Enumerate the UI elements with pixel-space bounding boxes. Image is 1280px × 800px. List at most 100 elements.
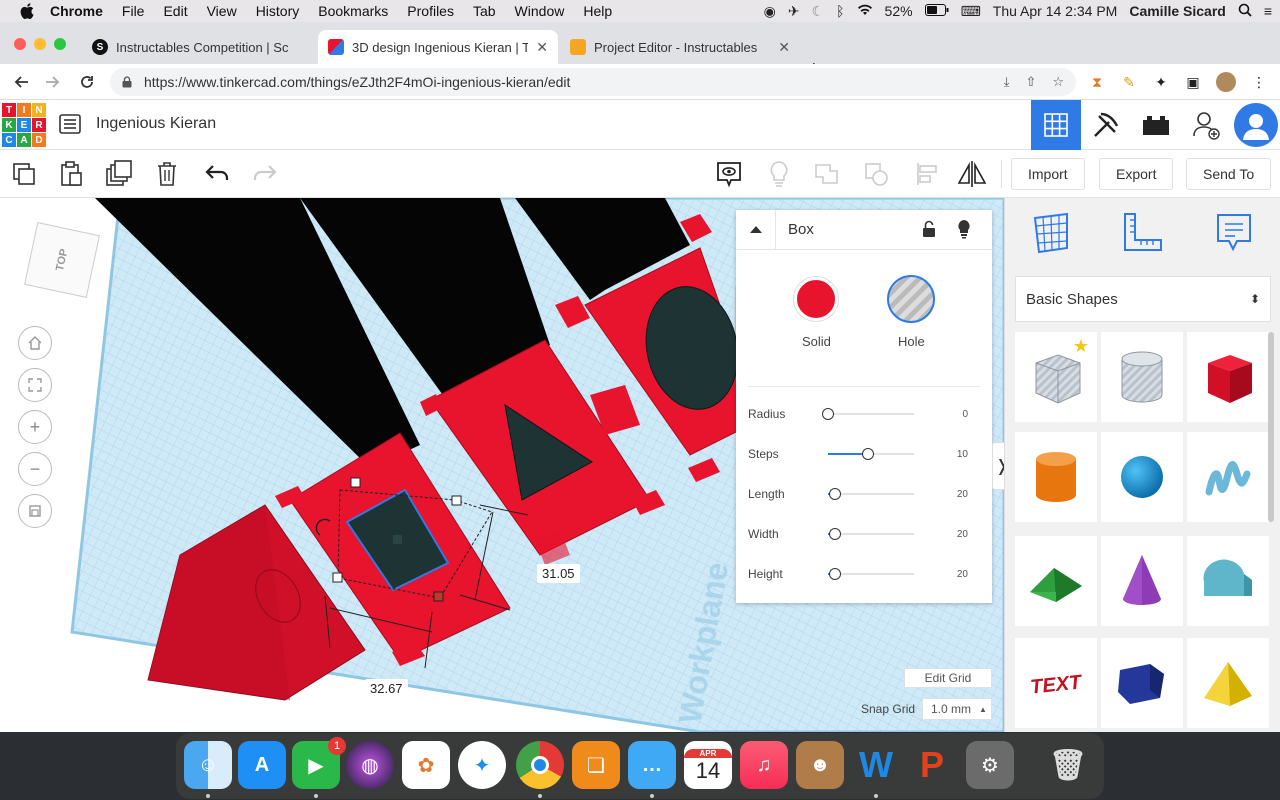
length-value[interactable]: 20 — [957, 489, 968, 500]
duplicate-icon[interactable] — [104, 159, 134, 189]
moon-icon[interactable]: ☾ — [812, 3, 825, 20]
length-slider[interactable] — [828, 488, 914, 500]
steps-slider-knob[interactable] — [862, 448, 875, 460]
close-tab-icon[interactable]: ✕ — [536, 39, 548, 56]
extension-hourglass-icon[interactable]: ⧗ — [1088, 73, 1106, 91]
radius-value[interactable]: 0 — [962, 409, 968, 420]
resize-handle-active[interactable] — [433, 591, 444, 602]
height-slider-row[interactable]: Height 20 — [748, 564, 978, 584]
battery-icon[interactable] — [924, 3, 949, 19]
shape-cylinder-hole[interactable] — [1101, 332, 1183, 422]
radius-slider-knob[interactable] — [822, 408, 834, 420]
solid-color-swatch[interactable] — [794, 277, 838, 321]
edit-grid-button[interactable]: Edit Grid — [904, 668, 992, 688]
resize-handle[interactable] — [332, 572, 343, 583]
undo-icon[interactable] — [202, 159, 232, 189]
word-icon[interactable]: W — [852, 741, 900, 789]
share-icon[interactable]: ⇧ — [1025, 74, 1036, 90]
hole-swatch[interactable] — [887, 275, 935, 323]
blocks-pickaxe-icon[interactable] — [1081, 100, 1131, 150]
ungroup-icon[interactable] — [862, 159, 892, 189]
spotlight-search-icon[interactable] — [1238, 3, 1252, 20]
menu-edit[interactable]: Edit — [163, 3, 187, 19]
clock-text[interactable]: Thu Apr 14 2:34 PM — [993, 3, 1118, 19]
width-slider[interactable] — [828, 528, 914, 540]
bookmark-star-icon[interactable]: ☆ — [1052, 74, 1064, 90]
browser-tab-instructables-competition[interactable]: S Instructables Competition | Sc — [82, 30, 314, 64]
align-icon[interactable] — [912, 159, 942, 189]
ruler-icon[interactable] — [1117, 208, 1167, 258]
address-bar[interactable]: https://www.tinkercad.com/things/eZJth2F… — [110, 68, 1076, 96]
width-value[interactable]: 20 — [957, 529, 968, 540]
dimension-width-label[interactable]: 32.67 — [365, 679, 408, 698]
design-list-icon[interactable] — [58, 112, 82, 136]
width-slider-knob[interactable] — [828, 528, 841, 540]
workplane-tool-icon[interactable] — [1027, 208, 1077, 258]
close-tab-icon[interactable]: ✕ — [778, 39, 790, 56]
lock-icon[interactable] — [922, 220, 936, 241]
menu-app-name[interactable]: Chrome — [50, 3, 103, 19]
radius-slider[interactable] — [822, 408, 914, 420]
width-slider-row[interactable]: Width 20 — [748, 524, 978, 544]
group-icon[interactable] — [812, 159, 842, 189]
send-to-button[interactable]: Send To — [1186, 158, 1272, 190]
delete-trash-icon[interactable] — [152, 159, 182, 189]
apple-icon[interactable] — [18, 2, 36, 20]
lightbulb-icon[interactable] — [764, 159, 794, 189]
extension-pencil-icon[interactable]: ✎ — [1120, 73, 1138, 91]
books-icon[interactable]: ❏ — [572, 741, 620, 789]
radius-slider-row[interactable]: Radius 0 — [748, 404, 978, 424]
menu-file[interactable]: File — [122, 3, 145, 19]
menu-view[interactable]: View — [207, 3, 237, 19]
length-slider-row[interactable]: Length 20 — [748, 484, 978, 504]
copy-icon[interactable] — [9, 159, 39, 189]
project-title[interactable]: Ingenious Kieran — [96, 115, 216, 133]
window-close-button[interactable] — [14, 38, 26, 50]
app-store-icon[interactable]: A — [238, 741, 286, 789]
menu-bookmarks[interactable]: Bookmarks — [318, 3, 388, 19]
chrome-menu-icon[interactable]: ⋮ — [1250, 73, 1268, 91]
trash-icon[interactable]: 🗑 — [1044, 741, 1092, 789]
system-preferences-icon[interactable]: ⚙ — [966, 741, 1014, 789]
profile-avatar-icon[interactable] — [1216, 72, 1236, 92]
view-cube[interactable]: TOP — [24, 222, 100, 298]
menu-tab[interactable]: Tab — [473, 3, 496, 19]
control-center-icon[interactable]: ≡ — [1264, 3, 1272, 19]
resize-handle[interactable] — [451, 495, 462, 506]
shape-scribble[interactable] — [1187, 432, 1269, 522]
shape-round-roof[interactable] — [1187, 536, 1269, 626]
shape-box[interactable] — [1187, 332, 1269, 422]
user-avatar[interactable] — [1234, 103, 1278, 147]
steps-value[interactable]: 10 — [957, 449, 968, 460]
status-app-icon[interactable]: ◉ — [764, 3, 776, 20]
home-view-button[interactable] — [18, 326, 52, 360]
redo-icon[interactable] — [250, 159, 280, 189]
finder-icon[interactable]: ☺ — [184, 741, 232, 789]
calendar-icon[interactable]: APR 14 — [684, 741, 732, 789]
collapse-inspector-icon[interactable] — [736, 209, 776, 250]
photos-icon[interactable]: ✿ — [402, 741, 450, 789]
extensions-puzzle-icon[interactable]: ✦ — [1152, 73, 1170, 91]
fit-view-button[interactable] — [18, 368, 52, 402]
3d-view-button[interactable] — [1031, 100, 1081, 150]
reload-button[interactable] — [76, 71, 98, 93]
snap-grid-select[interactable]: 1.0 mm ▲ — [922, 698, 992, 720]
shape-text[interactable]: TEXT — [1015, 638, 1097, 728]
chrome-icon[interactable] — [516, 741, 564, 789]
mirror-icon[interactable] — [957, 159, 987, 189]
center-handle[interactable] — [393, 535, 402, 544]
battery-percent[interactable]: 52% — [885, 3, 913, 19]
resize-handle[interactable] — [350, 477, 361, 488]
height-slider-knob[interactable] — [828, 568, 841, 580]
bluetooth-icon[interactable]: ᛒ — [836, 3, 844, 19]
shape-sphere[interactable] — [1101, 432, 1183, 522]
user-name[interactable]: Camille Sicard — [1129, 3, 1226, 19]
siri-icon[interactable]: ◍ — [346, 741, 394, 789]
import-button[interactable]: Import — [1011, 158, 1085, 190]
paste-icon[interactable] — [56, 159, 86, 189]
shape-polygon[interactable] — [1101, 638, 1183, 728]
menu-window[interactable]: Window — [515, 3, 565, 19]
perspective-toggle-button[interactable] — [18, 494, 52, 528]
menu-history[interactable]: History — [256, 3, 300, 19]
shape-cylinder[interactable] — [1015, 432, 1097, 522]
